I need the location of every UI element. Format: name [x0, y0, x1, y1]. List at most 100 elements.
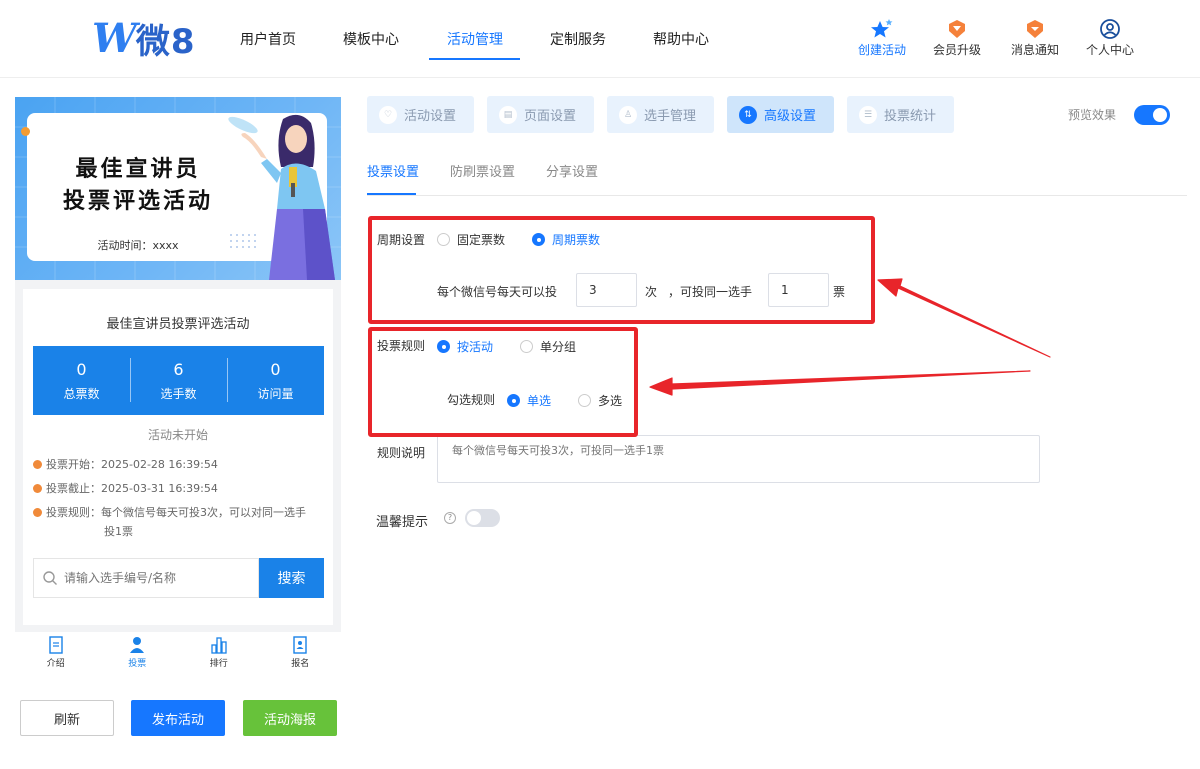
votes-per-day-input[interactable] [576, 273, 637, 307]
stat-players: 6 选手数 [130, 346, 227, 415]
search-icon [43, 571, 57, 585]
radio-circle-checked [507, 394, 520, 407]
activity-info-card: 最佳宣讲员投票评选活动 0 总票数 6 选手数 0 访问量 活动未开始 投票开始… [23, 289, 333, 625]
nav-help-center[interactable]: 帮助中心 [653, 29, 709, 49]
same-player-votes-input[interactable] [768, 273, 829, 307]
create-activity-button[interactable]: 创建活动 [852, 18, 912, 58]
radio-by-activity-label: 按活动 [457, 340, 494, 354]
rule-description-label: 规则说明 [377, 446, 426, 460]
radio-circle [437, 233, 450, 246]
radio-cycle-votes-label: 周期票数 [552, 233, 601, 247]
vote-rule-text-cont: 投1票 [104, 525, 133, 538]
rule-description-textarea[interactable] [437, 435, 1040, 483]
banner-title-line-1: 最佳宣讲员 [75, 157, 201, 182]
list-icon: ☰ [859, 105, 877, 124]
step-tab-player-management[interactable]: ♙ 选手管理 [607, 96, 714, 133]
personal-center-button[interactable]: 个人中心 [1080, 18, 1140, 58]
step-tab-advanced-settings-label: 高级设置 [764, 109, 817, 124]
stat-visits-value: 0 [270, 360, 281, 379]
tabbar-ranking[interactable]: 排行 [178, 632, 260, 677]
player-search-input[interactable] [64, 571, 254, 585]
preview-effect-toggle[interactable] [1134, 105, 1170, 125]
subtab-share-settings[interactable]: 分享设置 [546, 161, 598, 180]
tabbar-vote-label: 投票 [128, 659, 147, 669]
times-unit: 次 [645, 285, 658, 299]
banner-dot [21, 127, 30, 136]
search-button[interactable]: 搜索 [259, 558, 324, 598]
radio-single-select-label: 单选 [527, 394, 552, 408]
warm-tip-toggle[interactable] [465, 509, 500, 527]
step-tab-advanced-settings[interactable]: ⇅ 高级设置 [727, 96, 834, 133]
subtab-anti-fraud-settings[interactable]: 防刷票设置 [450, 161, 515, 180]
same-player-text: ，可投同一选手 [668, 285, 753, 299]
nav-active-underline [429, 58, 520, 60]
document-icon [49, 636, 63, 654]
annotation-arrow-lower [649, 370, 1031, 396]
heart-icon: ♡ [379, 105, 397, 124]
subtab-vote-settings[interactable]: 投票设置 [367, 161, 419, 180]
subtab-active-underline [367, 193, 416, 195]
tabbar-intro-label: 介绍 [46, 659, 65, 669]
vote-rule-line: 投票规则：每个微信号每天可投3次，可以对同一选手 投1票 [33, 503, 328, 541]
tabbar-intro[interactable]: 介绍 [15, 632, 97, 677]
message-notification-button[interactable]: 消息通知 [1005, 18, 1065, 58]
stat-total-votes-value: 0 [76, 360, 87, 379]
vote-rule-label: 投票规则 [377, 339, 426, 353]
tabbar-ranking-label: 排行 [209, 659, 228, 669]
tabbar-signup[interactable]: 报名 [260, 632, 342, 677]
banner-activity-time: 活动时间：xxxx [97, 239, 179, 252]
step-tab-page-settings-label: 页面设置 [524, 109, 577, 124]
step-tab-activity-settings[interactable]: ♡ 活动设置 [367, 96, 474, 133]
publish-activity-button[interactable]: 发布活动 [131, 700, 225, 736]
logo[interactable]: W 微8 [92, 15, 196, 62]
radio-multi-select[interactable]: 多选 [578, 392, 622, 409]
activity-poster-button[interactable]: 活动海报 [243, 700, 337, 736]
tabbar-vote[interactable]: 投票 [97, 632, 179, 677]
refresh-button[interactable]: 刷新 [20, 700, 114, 736]
stat-total-votes: 0 总票数 [33, 346, 130, 415]
info-icon [33, 508, 42, 517]
radio-single-group[interactable]: 单分组 [520, 338, 576, 355]
radio-cycle-votes[interactable]: 周期票数 [532, 231, 600, 248]
nav-user-home[interactable]: 用户首页 [240, 29, 296, 49]
preview-effect-label: 预览效果 [1068, 108, 1117, 122]
stat-visits-label: 访问量 [257, 387, 294, 401]
vote-end-text: 投票截止：2025-03-31 16:39:54 [46, 482, 218, 495]
nav-custom-service[interactable]: 定制服务 [550, 29, 606, 49]
member-upgrade-button[interactable]: 会员升级 [927, 18, 987, 58]
radio-fixed-votes[interactable]: 固定票数 [437, 231, 505, 248]
activity-status: 活动未开始 [147, 428, 208, 442]
logo-mark: W [92, 14, 137, 62]
step-tab-page-settings[interactable]: ▤ 页面设置 [487, 96, 594, 133]
vote-end-line: 投票截止：2025-03-31 16:39:54 [33, 479, 328, 498]
radio-single-group-label: 单分组 [540, 340, 577, 354]
stat-players-label: 选手数 [160, 387, 197, 401]
vote-start-line: 投票开始：2025-02-28 16:39:54 [33, 455, 328, 474]
cycle-settings-label: 周期设置 [377, 233, 426, 247]
star-icon [871, 19, 893, 38]
question-mark-icon[interactable]: ? [444, 512, 456, 524]
message-notification-label: 消息通知 [1010, 43, 1059, 57]
signup-form-icon [293, 636, 307, 654]
stat-players-value: 6 [173, 360, 184, 379]
banner-dot-grid [230, 234, 256, 248]
banner-title-line-2: 投票评选活动 [62, 189, 213, 214]
radio-circle-checked [437, 340, 450, 353]
create-activity-label: 创建活动 [857, 43, 906, 57]
warm-tip-label: 温馨提示 [376, 515, 429, 530]
step-tab-vote-statistics[interactable]: ☰ 投票统计 [847, 96, 954, 133]
preview-tabbar: 介绍 投票 排行 报名 [15, 632, 341, 677]
stat-total-votes-label: 总票数 [63, 387, 100, 401]
radio-single-select[interactable]: 单选 [507, 392, 551, 409]
radio-circle-checked [532, 233, 545, 246]
radio-fixed-votes-label: 固定票数 [457, 233, 506, 247]
vote-rule-text: 投票规则：每个微信号每天可投3次，可以对同一选手 [46, 506, 306, 519]
radio-by-activity[interactable]: 按活动 [437, 338, 493, 355]
radio-circle [520, 340, 533, 353]
activity-banner: 最佳宣讲员 投票评选活动 活动时间：xxxx [15, 97, 341, 280]
nav-template-center[interactable]: 模板中心 [343, 29, 399, 49]
clock-icon [33, 484, 42, 493]
player-search-box [33, 558, 259, 598]
step-tab-activity-settings-label: 活动设置 [404, 109, 457, 124]
nav-activity-management[interactable]: 活动管理 [447, 29, 503, 49]
